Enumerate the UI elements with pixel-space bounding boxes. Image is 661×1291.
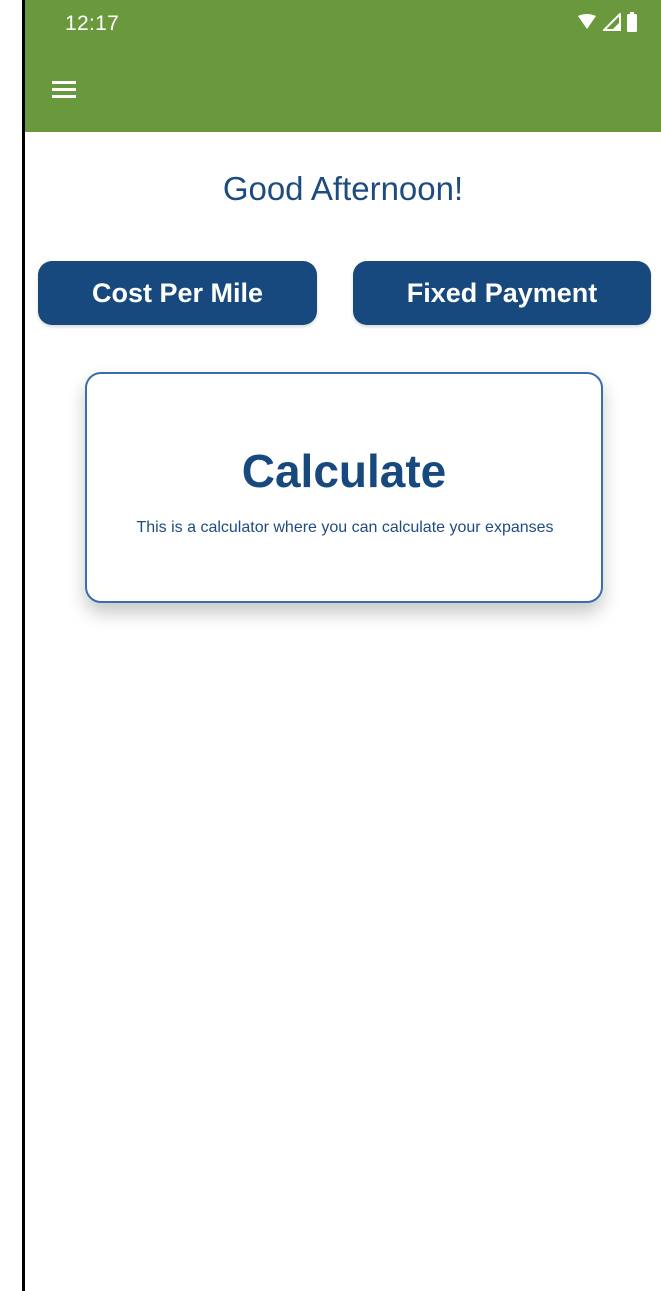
status-time: 12:17 bbox=[65, 12, 120, 35]
app-screen: 12:17 Good Afternoon! Cost Per Mile Fixe… bbox=[0, 0, 661, 1291]
cellular-signal-icon bbox=[603, 13, 621, 31]
app-bar: 12:17 bbox=[25, 0, 661, 132]
calculate-card[interactable]: Calculate This is a calculator where you… bbox=[85, 372, 603, 603]
wifi-icon bbox=[578, 14, 596, 29]
greeting-text: Good Afternoon! bbox=[222, 170, 464, 207]
fixed-payment-button[interactable]: Fixed Payment bbox=[353, 261, 651, 325]
card-title: Calculate bbox=[241, 445, 447, 497]
cost-per-mile-label: Cost Per Mile bbox=[91, 277, 264, 308]
hamburger-menu-icon[interactable] bbox=[52, 76, 86, 104]
cost-per-mile-button[interactable]: Cost Per Mile bbox=[38, 261, 317, 325]
status-icons bbox=[577, 12, 637, 32]
battery-icon bbox=[627, 12, 637, 32]
fixed-payment-label: Fixed Payment bbox=[406, 277, 598, 308]
card-description: This is a calculator where you can calcu… bbox=[136, 519, 554, 536]
